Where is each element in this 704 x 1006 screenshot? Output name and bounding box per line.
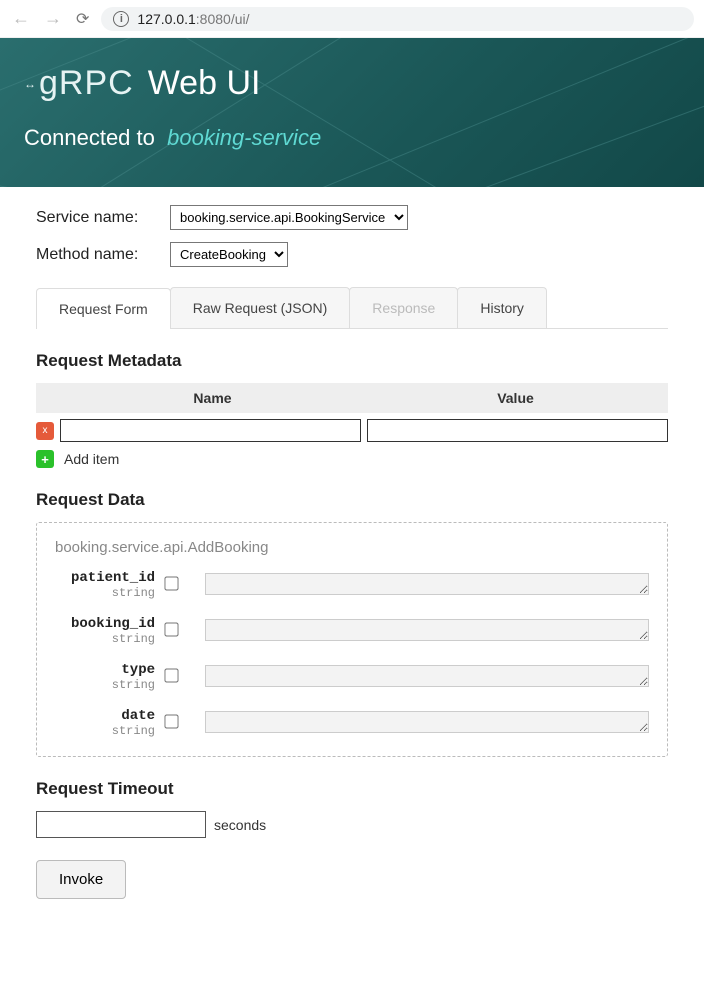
metadata-table: Name Value x + Add item (36, 383, 668, 468)
field-name: date (55, 708, 155, 724)
request-data-box: booking.service.api.AddBooking patient_i… (36, 522, 668, 757)
address-bar[interactable]: i 127.0.0.1:8080/ui/ (101, 7, 694, 31)
field-type: string (55, 632, 155, 646)
field-enable-checkbox[interactable] (164, 622, 178, 636)
field-enable-checkbox[interactable] (164, 714, 178, 728)
field-type: string (55, 678, 155, 692)
service-name-label: Service name: (36, 209, 156, 227)
reload-button[interactable]: ⟳ (74, 7, 91, 31)
url-host: 127.0.0.1 (137, 11, 195, 27)
field-value-input[interactable] (205, 711, 649, 733)
connected-service: booking-service (167, 125, 321, 150)
connected-label: Connected to (24, 125, 155, 150)
field-enable-checkbox[interactable] (164, 576, 178, 590)
metadata-col-value: Value (364, 384, 667, 412)
tab-history[interactable]: History (457, 287, 547, 328)
field-row-patient-id: patient_id string (55, 570, 649, 600)
header-banner: ↔gRPC Web UI Connected to booking-servic… (0, 38, 704, 187)
tab-response: Response (349, 287, 458, 328)
field-value-input[interactable] (205, 665, 649, 687)
method-name-select[interactable]: CreateBooking (170, 242, 288, 267)
tab-raw-request[interactable]: Raw Request (JSON) (170, 287, 351, 328)
invoke-button[interactable]: Invoke (36, 860, 126, 899)
metadata-row: x (36, 419, 668, 442)
metadata-value-input[interactable] (367, 419, 668, 442)
request-data-heading: Request Data (36, 490, 668, 510)
url-path: /ui/ (231, 11, 250, 27)
metadata-header-row: Name Value (36, 383, 668, 413)
page-title: Web UI (148, 64, 261, 103)
grpc-logo: ↔gRPC (24, 64, 134, 103)
site-info-icon[interactable]: i (113, 11, 129, 27)
metadata-name-input[interactable] (60, 419, 361, 442)
metadata-col-name: Name (61, 384, 364, 412)
connection-status: Connected to booking-service (24, 125, 680, 151)
metadata-heading: Request Metadata (36, 351, 668, 371)
field-enable-checkbox[interactable] (164, 668, 178, 682)
url-port: :8080 (196, 11, 231, 27)
field-type: string (55, 724, 155, 738)
field-value-input[interactable] (205, 619, 649, 641)
service-name-select[interactable]: booking.service.api.BookingService (170, 205, 408, 230)
field-name: booking_id (55, 616, 155, 632)
field-type: string (55, 586, 155, 600)
tabs: Request Form Raw Request (JSON) Response… (36, 287, 668, 329)
method-name-label: Method name: (36, 246, 156, 264)
forward-button[interactable]: → (42, 6, 64, 31)
main-content: Service name: booking.service.api.Bookin… (0, 187, 704, 929)
timeout-heading: Request Timeout (36, 779, 668, 799)
delete-row-button[interactable]: x (36, 422, 54, 440)
field-row-type: type string (55, 662, 649, 692)
field-row-booking-id: booking_id string (55, 616, 649, 646)
tab-request-form[interactable]: Request Form (36, 288, 171, 329)
schema-name: booking.service.api.AddBooking (55, 539, 649, 556)
timeout-input[interactable] (36, 811, 206, 838)
field-name: type (55, 662, 155, 678)
back-button[interactable]: ← (10, 6, 32, 31)
add-item-button[interactable]: + (36, 450, 54, 468)
banner-geometry (0, 38, 704, 187)
add-item-label[interactable]: Add item (64, 451, 119, 467)
timeout-units: seconds (214, 817, 266, 833)
field-row-date: date string (55, 708, 649, 738)
browser-chrome: ← → ⟳ i 127.0.0.1:8080/ui/ (0, 0, 704, 38)
field-value-input[interactable] (205, 573, 649, 595)
field-name: patient_id (55, 570, 155, 586)
